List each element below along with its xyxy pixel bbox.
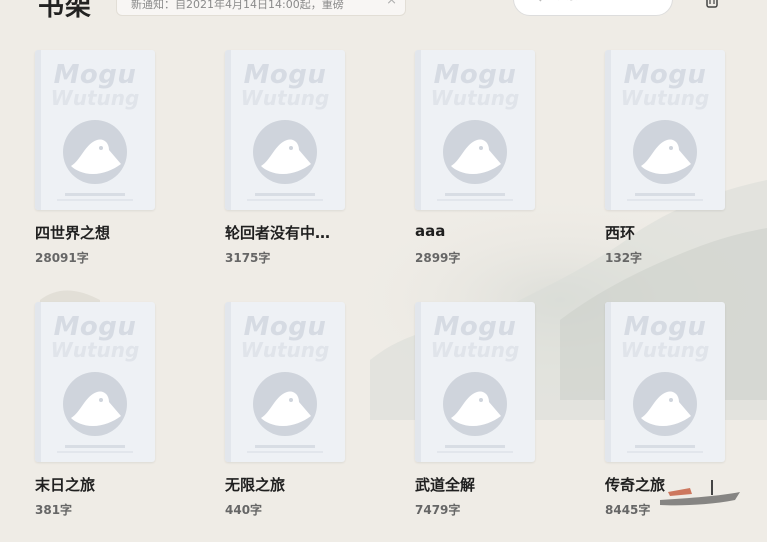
cover-foot-line	[445, 193, 505, 196]
book-word-count: 440字	[225, 503, 263, 517]
cover-foot-line	[255, 445, 315, 448]
notice-text: 新通知：自2021年4月14日14:00起，重磅	[131, 0, 344, 11]
book-card[interactable]: Mogu Wutung aaa 2899字	[415, 50, 565, 290]
book-title[interactable]: aaa	[415, 222, 545, 240]
book-card[interactable]: Mogu Wutung 传奇之旅 8445字	[605, 302, 755, 542]
cover-foot-line	[437, 199, 513, 201]
cover-foot-line	[635, 193, 695, 196]
cover-logo-sub: Wutung	[430, 86, 520, 110]
book-word-count: 2899字	[415, 251, 461, 265]
search-input[interactable]	[552, 0, 666, 3]
close-icon[interactable]: ×	[386, 0, 397, 8]
cover-logo-sub: Wutung	[50, 338, 140, 362]
bird-logo-icon	[443, 372, 507, 436]
bird-logo-icon	[253, 120, 317, 184]
bird-logo-icon	[63, 372, 127, 436]
cover-foot-line	[247, 451, 323, 453]
cover-foot-line	[445, 445, 505, 448]
bird-logo-icon	[633, 372, 697, 436]
cover-foot-line	[437, 451, 513, 453]
book-cover[interactable]: Mogu Wutung	[605, 50, 725, 210]
cover-foot-line	[65, 193, 125, 196]
book-card[interactable]: Mogu Wutung 四世界之想 28091字	[35, 50, 185, 290]
cover-foot-line	[635, 445, 695, 448]
book-word-count: 132字	[605, 251, 643, 265]
cover-foot-line	[627, 451, 703, 453]
cover-logo-sub: Wutung	[620, 86, 710, 110]
cover-foot-line	[247, 199, 323, 201]
book-title[interactable]: 轮回者没有中…	[225, 222, 355, 243]
bird-logo-icon	[443, 120, 507, 184]
book-card[interactable]: Mogu Wutung 末日之旅 381字	[35, 302, 185, 542]
book-title[interactable]: 西环	[605, 222, 735, 243]
book-cover[interactable]: Mogu Wutung	[225, 302, 345, 462]
header: 书架 新通知：自2021年4月14日14:00起，重磅 ×	[0, 0, 767, 22]
cover-logo-sub: Wutung	[50, 86, 140, 110]
cover-foot-line	[57, 451, 133, 453]
cover-logo-sub: Wutung	[430, 338, 520, 362]
cover-logo-sub: Wutung	[240, 338, 330, 362]
book-title[interactable]: 末日之旅	[35, 474, 165, 495]
book-word-count: 381字	[35, 503, 73, 517]
cover-foot-line	[65, 445, 125, 448]
bird-logo-icon	[253, 372, 317, 436]
book-title[interactable]: 武道全解	[415, 474, 545, 495]
trash-icon[interactable]	[704, 0, 720, 8]
book-cover[interactable]: Mogu Wutung	[415, 50, 535, 210]
book-card[interactable]: Mogu Wutung 西环 132字	[605, 50, 755, 290]
book-card[interactable]: Mogu Wutung 无限之旅 440字	[225, 302, 375, 542]
book-cover[interactable]: Mogu Wutung	[415, 302, 535, 462]
book-word-count: 8445字	[605, 503, 651, 517]
search-box[interactable]	[513, 0, 673, 16]
book-title[interactable]: 无限之旅	[225, 474, 355, 495]
bookshelf-grid: Mogu Wutung 四世界之想 28091字 Mogu Wutung 轮回者…	[0, 0, 767, 535]
book-cover[interactable]: Mogu Wutung	[35, 50, 155, 210]
book-title[interactable]: 传奇之旅	[605, 474, 735, 495]
notice-banner: 新通知：自2021年4月14日14:00起，重磅 ×	[116, 0, 406, 16]
book-word-count: 3175字	[225, 251, 271, 265]
bird-logo-icon	[633, 120, 697, 184]
book-cover[interactable]: Mogu Wutung	[605, 302, 725, 462]
cover-foot-line	[627, 199, 703, 201]
cover-logo-sub: Wutung	[620, 338, 710, 362]
cover-logo-sub: Wutung	[240, 86, 330, 110]
book-cover[interactable]: Mogu Wutung	[225, 50, 345, 210]
book-card[interactable]: Mogu Wutung 武道全解 7479字	[415, 302, 565, 542]
page-title: 书架	[38, 0, 93, 22]
book-card[interactable]: Mogu Wutung 轮回者没有中… 3175字	[225, 50, 375, 290]
book-cover[interactable]: Mogu Wutung	[35, 302, 155, 462]
cover-foot-line	[255, 193, 315, 196]
cover-foot-line	[57, 199, 133, 201]
book-title[interactable]: 四世界之想	[35, 222, 165, 243]
book-word-count: 28091字	[35, 251, 89, 265]
book-word-count: 7479字	[415, 503, 461, 517]
search-icon	[538, 0, 542, 2]
bird-logo-icon	[63, 120, 127, 184]
